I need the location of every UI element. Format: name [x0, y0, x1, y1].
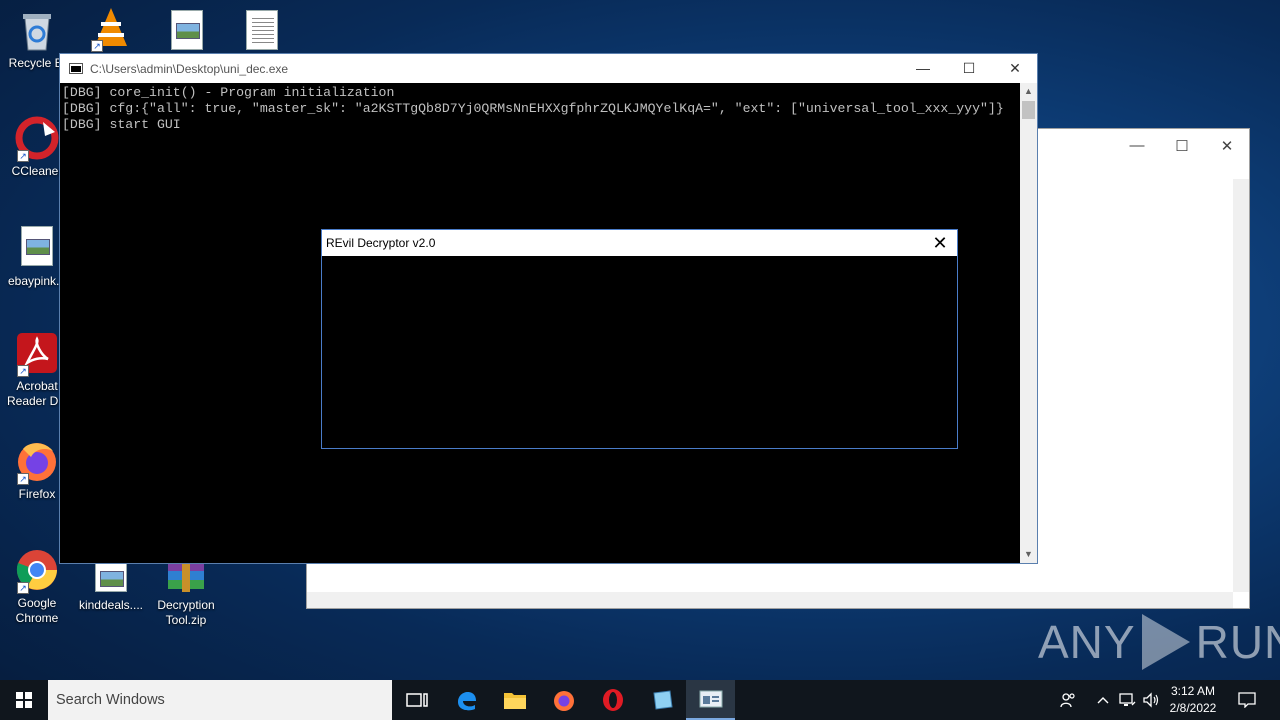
scroll-thumb[interactable]: [1022, 101, 1035, 119]
desktop-icon-image-file[interactable]: [150, 10, 224, 50]
dialog-title: REvil Decryptor v2.0: [326, 236, 436, 250]
opera-icon[interactable]: [588, 680, 637, 720]
chrome-icon: ↗: [15, 548, 59, 594]
vlc-icon: ↗: [89, 6, 133, 52]
console-line: [DBG] core_init() - Program initializati…: [62, 85, 395, 100]
search-box[interactable]: Search Windows: [48, 680, 392, 720]
console-line: [DBG] cfg:{"all": true, "master_sk": "a2…: [62, 101, 1004, 116]
close-button[interactable]: ✕: [1217, 137, 1237, 157]
people-icon[interactable]: [1058, 680, 1078, 720]
scroll-down-arrow-icon[interactable]: ▼: [1020, 546, 1037, 563]
notepad-icon[interactable]: [637, 680, 686, 720]
maximize-button[interactable]: ☐: [946, 54, 992, 83]
console-app-icon[interactable]: [686, 680, 735, 720]
acrobat-icon: ↗: [15, 331, 59, 377]
firefox-icon: ↗: [15, 439, 59, 485]
decryptor-dialog[interactable]: REvil Decryptor v2.0 ✕: [321, 229, 958, 449]
dialog-close-button[interactable]: ✕: [925, 230, 955, 256]
console-titlebar[interactable]: C:\Users\admin\Desktop\uni_dec.exe — ☐ ✕: [60, 54, 1037, 83]
desktop-icon-label-line2: Chrome: [15, 611, 59, 625]
show-hidden-icons-chevron-icon[interactable]: [1096, 680, 1110, 720]
taskbar: Search Windows 3:12 AM 2/8/2022: [0, 680, 1280, 720]
shortcut-arrow-icon: ↗: [17, 365, 29, 377]
file-explorer-icon[interactable]: [490, 680, 539, 720]
horizontal-scrollbar[interactable]: [307, 592, 1233, 608]
watermark-right-text: RUN: [1195, 616, 1280, 668]
desktop-icon-kinddeals[interactable]: kinddeals....: [74, 558, 148, 613]
edge-icon[interactable]: [441, 680, 490, 720]
watermark-left-text: ANY: [1038, 616, 1136, 668]
image-file-icon: [171, 10, 203, 50]
desktop-icon-label: kinddeals....: [78, 598, 144, 612]
start-button[interactable]: [0, 680, 48, 720]
clock-time: 3:12 AM: [1170, 684, 1216, 698]
system-clock[interactable]: 3:12 AM 2/8/2022: [1158, 683, 1228, 717]
shortcut-arrow-icon: ↗: [17, 150, 29, 162]
windows-logo-icon: [16, 692, 32, 708]
scroll-up-arrow-icon[interactable]: ▲: [1020, 83, 1037, 100]
play-logo-icon: [1141, 614, 1190, 670]
desktop-icon-decryption-tool-zip[interactable]: Decryption Tool.zip: [149, 556, 223, 628]
image-file-icon: [21, 226, 53, 266]
firefox-icon[interactable]: [539, 680, 588, 720]
shortcut-arrow-icon: ↗: [91, 40, 103, 52]
minimize-button[interactable]: —: [900, 54, 946, 83]
desktop-icon-label-line1: Google: [17, 596, 57, 610]
notifications-icon[interactable]: [1236, 680, 1258, 720]
console-title: C:\Users\admin\Desktop\uni_dec.exe: [90, 61, 289, 76]
ccleaner-icon: ↗: [15, 116, 59, 162]
text-file-icon: [246, 10, 278, 50]
desktop-icon-vlc[interactable]: ↗: [74, 6, 148, 54]
clock-date: 2/8/2022: [1169, 701, 1217, 715]
dialog-content-area: [322, 256, 957, 448]
maximize-button[interactable]: ☐: [1172, 137, 1192, 157]
console-app-icon: [69, 63, 83, 74]
shortcut-arrow-icon: ↗: [17, 582, 29, 594]
desktop-icon-label-line1: Decryption: [157, 598, 215, 612]
console-line: [DBG] start GUI: [62, 117, 181, 132]
desktop-icon-label-line2: Tool.zip: [165, 613, 207, 627]
minimize-button[interactable]: —: [1127, 137, 1147, 157]
shortcut-arrow-icon: ↗: [17, 473, 29, 485]
desktop-icon-text-file[interactable]: [225, 10, 299, 50]
task-view-icon[interactable]: [392, 680, 441, 720]
console-scrollbar[interactable]: ▲ ▼: [1020, 83, 1037, 563]
close-button[interactable]: ✕: [992, 54, 1038, 83]
network-icon[interactable]: [1118, 680, 1136, 720]
vertical-scrollbar[interactable]: [1233, 179, 1249, 592]
recycle-bin-icon: [15, 8, 59, 52]
dialog-titlebar[interactable]: REvil Decryptor v2.0 ✕: [322, 230, 957, 256]
anyrun-watermark: ANY RUN: [1038, 612, 1280, 672]
